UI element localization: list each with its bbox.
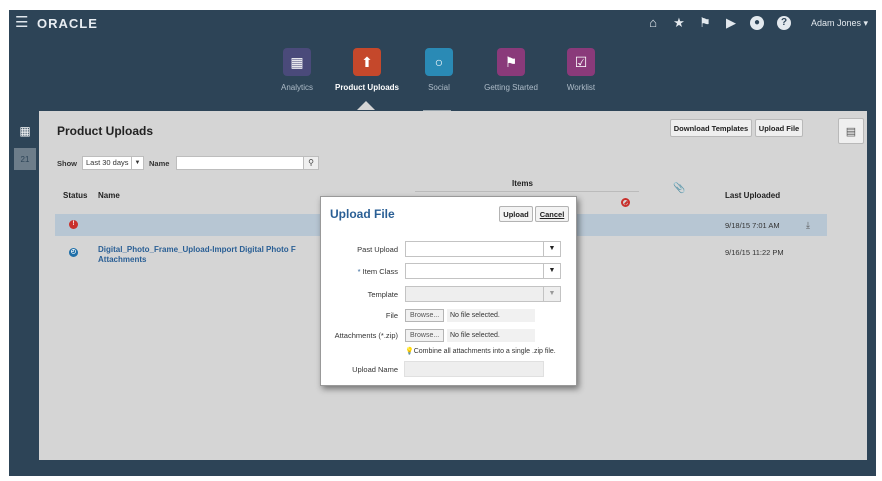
show-label: Show <box>57 159 77 168</box>
flag-icon[interactable]: ⚑ <box>697 15 713 31</box>
upload-list-icon[interactable]: ▦ <box>14 120 36 142</box>
attachments-label: Attachments (*.zip) <box>334 331 398 340</box>
search-icon[interactable]: ⚲ <box>303 156 319 170</box>
upload-file-dialog: Upload File Upload Cancel Past Upload ▼ … <box>320 196 577 386</box>
chevron-down-icon: ▼ <box>543 264 560 278</box>
attachments-browse-button[interactable]: Browse... <box>405 329 445 342</box>
attachments-status: No file selected. <box>447 329 535 342</box>
past-upload-select[interactable]: ▼ <box>405 241 561 257</box>
show-select-value: Last 30 days <box>86 158 129 167</box>
flag-icon: ⚑ <box>497 48 525 76</box>
col-name[interactable]: Name <box>98 191 120 200</box>
accessibility-icon[interactable]: ● <box>750 16 764 30</box>
required-mark: * <box>357 267 361 276</box>
file-browse-button[interactable]: Browse... <box>405 309 445 322</box>
page-title: Product Uploads <box>57 124 154 138</box>
active-nav-caret <box>357 101 375 110</box>
dialog-title: Upload File <box>330 207 395 221</box>
upload-file-button[interactable]: Upload File <box>755 119 803 137</box>
clipboard-icon: ☑ <box>567 48 595 76</box>
nav-label: Worklist <box>566 83 596 92</box>
panel-drawer-icon[interactable]: ▤ <box>838 118 864 144</box>
item-class-label: * Item Class <box>358 267 398 276</box>
items-group-divider <box>415 191 639 192</box>
zip-hint-text: Combine all attachments into a single .z… <box>413 348 556 355</box>
chevron-down-icon: ▼ <box>543 287 560 301</box>
name-label: Name <box>149 159 170 168</box>
error-count-icon <box>621 198 630 207</box>
social-icon: ○ <box>425 48 453 76</box>
row-date: 9/18/15 7:01 AM <box>725 221 780 230</box>
oracle-logo: ORACLE <box>37 16 98 31</box>
chevron-down-icon: ▼ <box>543 242 560 256</box>
calendar-icon[interactable]: 21 <box>14 148 36 170</box>
info-status-icon: ◴ <box>69 248 78 257</box>
file-label: File <box>385 311 398 320</box>
upload-icon: ⬆ <box>353 48 381 76</box>
cancel-button[interactable]: Cancel <box>535 206 569 222</box>
favorites-icon[interactable]: ★ <box>671 15 687 31</box>
upload-name-label: Upload Name <box>352 365 398 374</box>
template-select: ▼ <box>405 286 561 302</box>
upload-icon[interactable]: ⤓ <box>806 220 810 231</box>
top-bar: ☰ ORACLE ⌂ ★ ⚑ ▶ ● ? Adam Jones ▾ <box>9 10 876 38</box>
lightbulb-icon: 💡 <box>405 348 414 355</box>
file-status: No file selected. <box>447 309 535 322</box>
name-search-input[interactable] <box>176 156 304 170</box>
home-icon[interactable]: ⌂ <box>645 15 661 31</box>
error-status-icon: ! <box>69 220 78 229</box>
upload-button[interactable]: Upload <box>499 206 533 222</box>
item-class-label-text: Item Class <box>362 267 398 276</box>
row-name[interactable]: Digital_Photo_Frame_Upload-Import Digita… <box>98 245 328 265</box>
user-menu[interactable]: Adam Jones ▾ <box>811 18 868 29</box>
zip-hint: 💡Combine all attachments into a single .… <box>405 347 556 355</box>
item-class-select[interactable]: ▼ <box>405 263 561 279</box>
help-icon[interactable]: ? <box>777 16 791 30</box>
menu-icon[interactable]: ☰ <box>15 15 29 30</box>
download-templates-button[interactable]: Download Templates <box>670 119 752 137</box>
app-frame: ☰ ORACLE ⌂ ★ ⚑ ▶ ● ? Adam Jones ▾ ▦ Anal… <box>9 10 876 476</box>
play-icon[interactable]: ▶ <box>723 15 739 31</box>
attachment-icon: 📎 <box>673 183 686 194</box>
past-upload-label: Past Upload <box>357 245 398 254</box>
col-status[interactable]: Status <box>63 191 87 200</box>
chevron-down-icon: ▼ <box>131 157 143 169</box>
upload-name-input[interactable] <box>404 361 544 377</box>
col-last-uploaded[interactable]: Last Uploaded <box>725 191 780 200</box>
template-label: Template <box>367 290 398 299</box>
nav-worklist[interactable]: ☑ Worklist <box>536 48 626 92</box>
col-items: Items <box>512 179 533 188</box>
show-select[interactable]: Last 30 days ▼ <box>82 156 144 170</box>
analytics-icon: ▦ <box>283 48 311 76</box>
row-date: 9/16/15 11:22 PM <box>725 248 784 257</box>
